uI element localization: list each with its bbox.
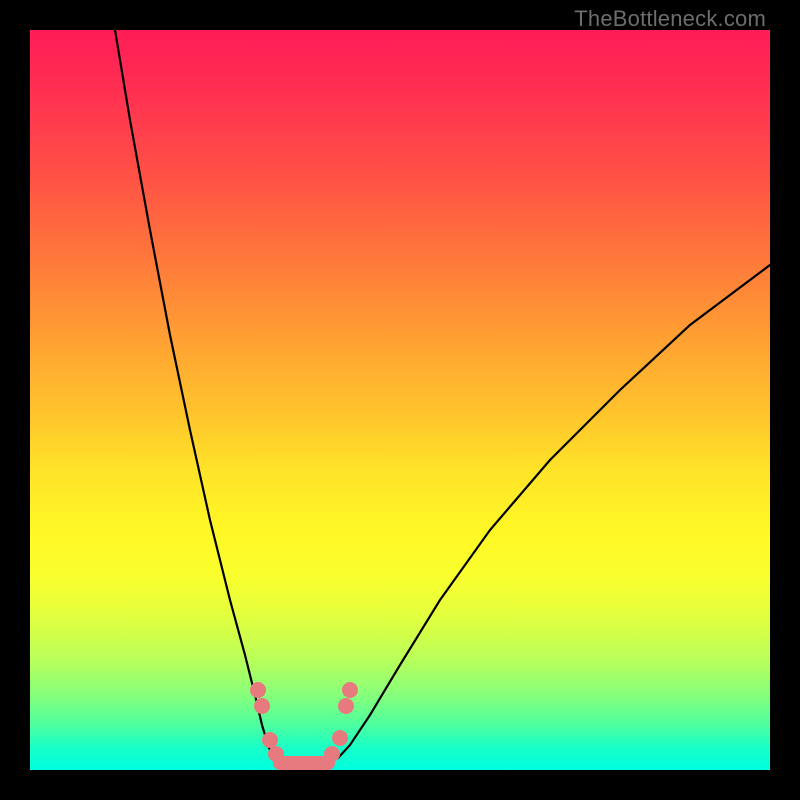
curve-left-branch — [115, 30, 273, 758]
chart-plot-area — [30, 30, 770, 770]
trough-marker-dot — [324, 746, 340, 762]
trough-marker-group — [250, 682, 358, 763]
bottleneck-curve-svg — [30, 30, 770, 770]
trough-marker-dot — [338, 698, 354, 714]
trough-marker-dot — [250, 682, 266, 698]
trough-marker-dot — [262, 732, 278, 748]
watermark-text: TheBottleneck.com — [574, 6, 766, 32]
trough-marker-dot — [332, 730, 348, 746]
trough-marker-dot — [342, 682, 358, 698]
curve-right-branch — [338, 265, 770, 758]
trough-marker-dot — [268, 746, 284, 762]
trough-marker-dot — [254, 698, 270, 714]
